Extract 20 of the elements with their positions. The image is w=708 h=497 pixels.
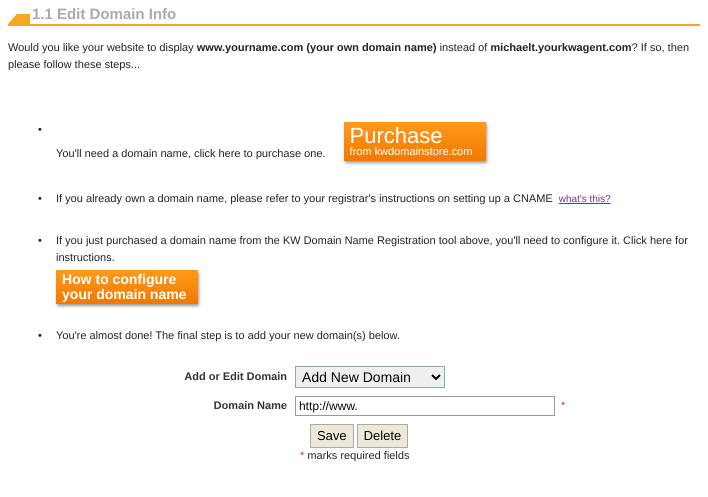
step-text: You'll need a domain name, click here to purchase one. [56, 148, 326, 160]
step-text: If you just purchased a domain name from the KW Domain Name Registration tool above, you'll need to configure it. Click here for instructions. [56, 235, 688, 264]
domain-name-field[interactable]: http://www. [295, 396, 555, 416]
step-text: You're almost done! The final step is to add your new domain(s) below. [56, 330, 400, 342]
required-note-text: marks required fields [307, 450, 410, 462]
field-label: Domain Name [212, 398, 287, 414]
required-mark: * [561, 398, 566, 414]
bullet: • [38, 192, 43, 207]
bullet: • [38, 123, 43, 138]
required-mark: * [300, 450, 304, 462]
form-button[interactable]: Save [310, 424, 354, 448]
bullet: • [38, 234, 43, 250]
form-button[interactable]: Delete [356, 424, 408, 448]
step-text: If you already own a domain name, please refer to your registrar's instructions on setting up a CNAME [56, 192, 553, 205]
help-link[interactable]: what's this? [558, 194, 611, 205]
intro-paragraph: Would you like your website to display www.yourname.com (your own domain name) instead of michaelt.yourkwagent.com? If so, then please follow these steps... [8, 41, 690, 73]
domain-select[interactable]: Add New Domain [295, 366, 445, 388]
section-title: 1.1 Edit Domain Info [32, 6, 176, 24]
bullet: • [38, 328, 43, 344]
field-label: Add or Edit Domain [183, 370, 287, 385]
